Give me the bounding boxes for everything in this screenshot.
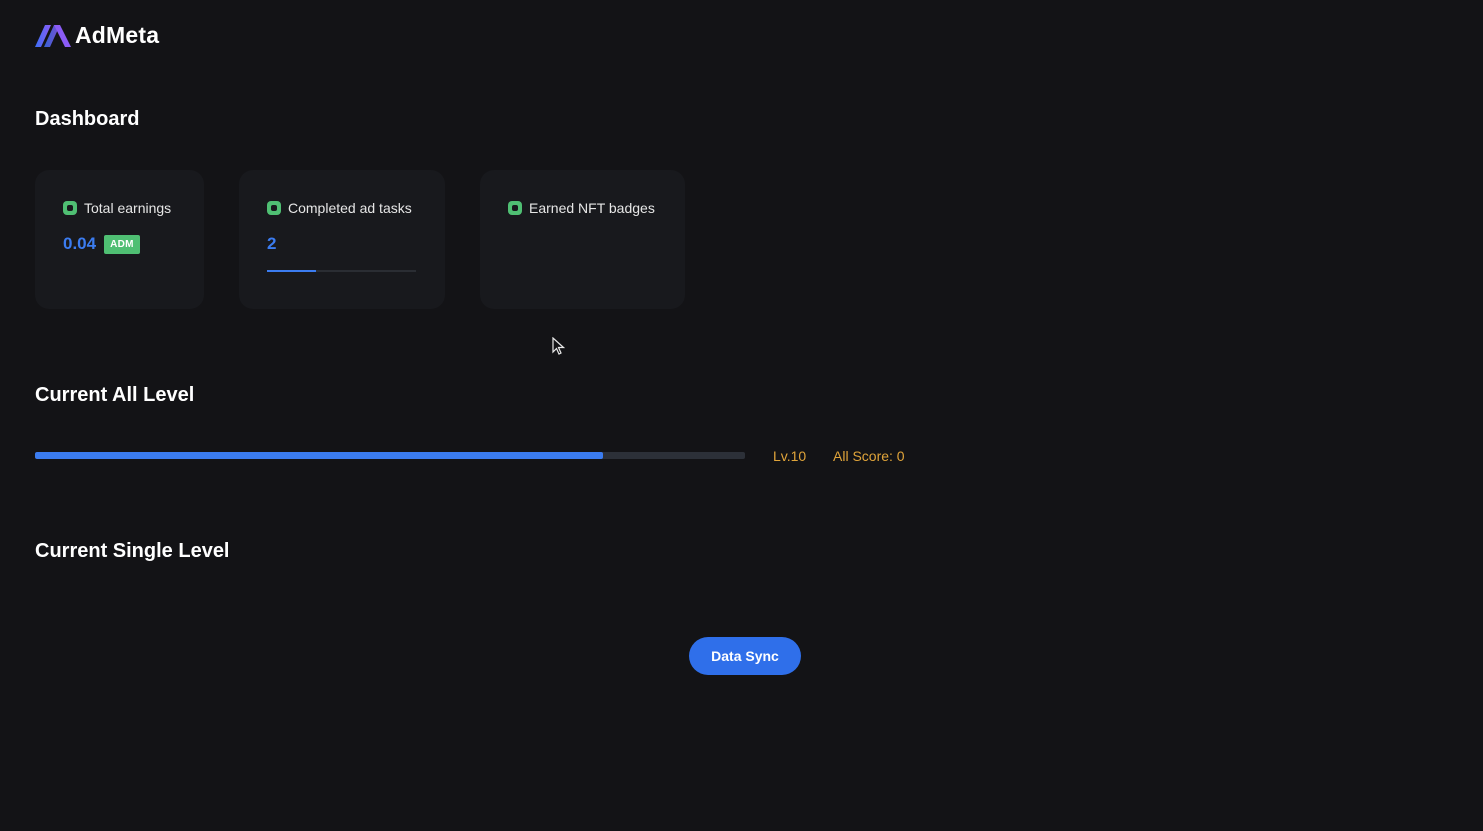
- card-label: Total earnings: [84, 200, 172, 216]
- earnings-value: 0.04: [63, 234, 97, 253]
- card-label: Earned NFT badges: [529, 200, 655, 216]
- status-dot-icon: [508, 201, 522, 215]
- card-value-row: 0.04 ADM: [63, 234, 140, 254]
- card-header: Total earnings: [63, 200, 171, 216]
- card-value-row: 2: [267, 234, 276, 254]
- card-completed-tasks: Completed ad tasks 2: [239, 170, 445, 309]
- card-header: Completed ad tasks: [267, 200, 412, 216]
- data-sync-button[interactable]: Data Sync: [689, 637, 801, 675]
- all-level-title: Current All Level: [35, 384, 195, 406]
- token-badge: ADM: [104, 234, 140, 254]
- app-name: AdMeta: [75, 22, 160, 48]
- all-score-label: All Score: 0: [833, 448, 905, 464]
- dashboard-title: Dashboard: [35, 108, 140, 130]
- page: AdMeta Dashboard Total earnings 0.04 ADM…: [0, 0, 1483, 831]
- card-total-earnings: Total earnings 0.04 ADM: [35, 170, 204, 309]
- tasks-value: 2: [267, 234, 277, 253]
- status-dot-icon: [267, 201, 281, 215]
- tasks-progress-track: [267, 270, 416, 272]
- admeta-logo-icon: [35, 24, 71, 47]
- status-dot-icon: [63, 201, 77, 215]
- card-header: Earned NFT badges: [508, 200, 655, 216]
- app-logo[interactable]: AdMeta: [35, 22, 159, 49]
- tasks-progress-fill: [267, 270, 317, 272]
- all-level-progress-track: [35, 452, 745, 459]
- level-label: Lv.10: [773, 448, 807, 464]
- card-label: Completed ad tasks: [288, 200, 412, 216]
- card-nft-badges: Earned NFT badges: [480, 170, 685, 309]
- cursor-arrow-icon: [552, 337, 565, 355]
- all-level-progress-fill: [35, 452, 603, 459]
- single-level-title: Current Single Level: [35, 540, 230, 562]
